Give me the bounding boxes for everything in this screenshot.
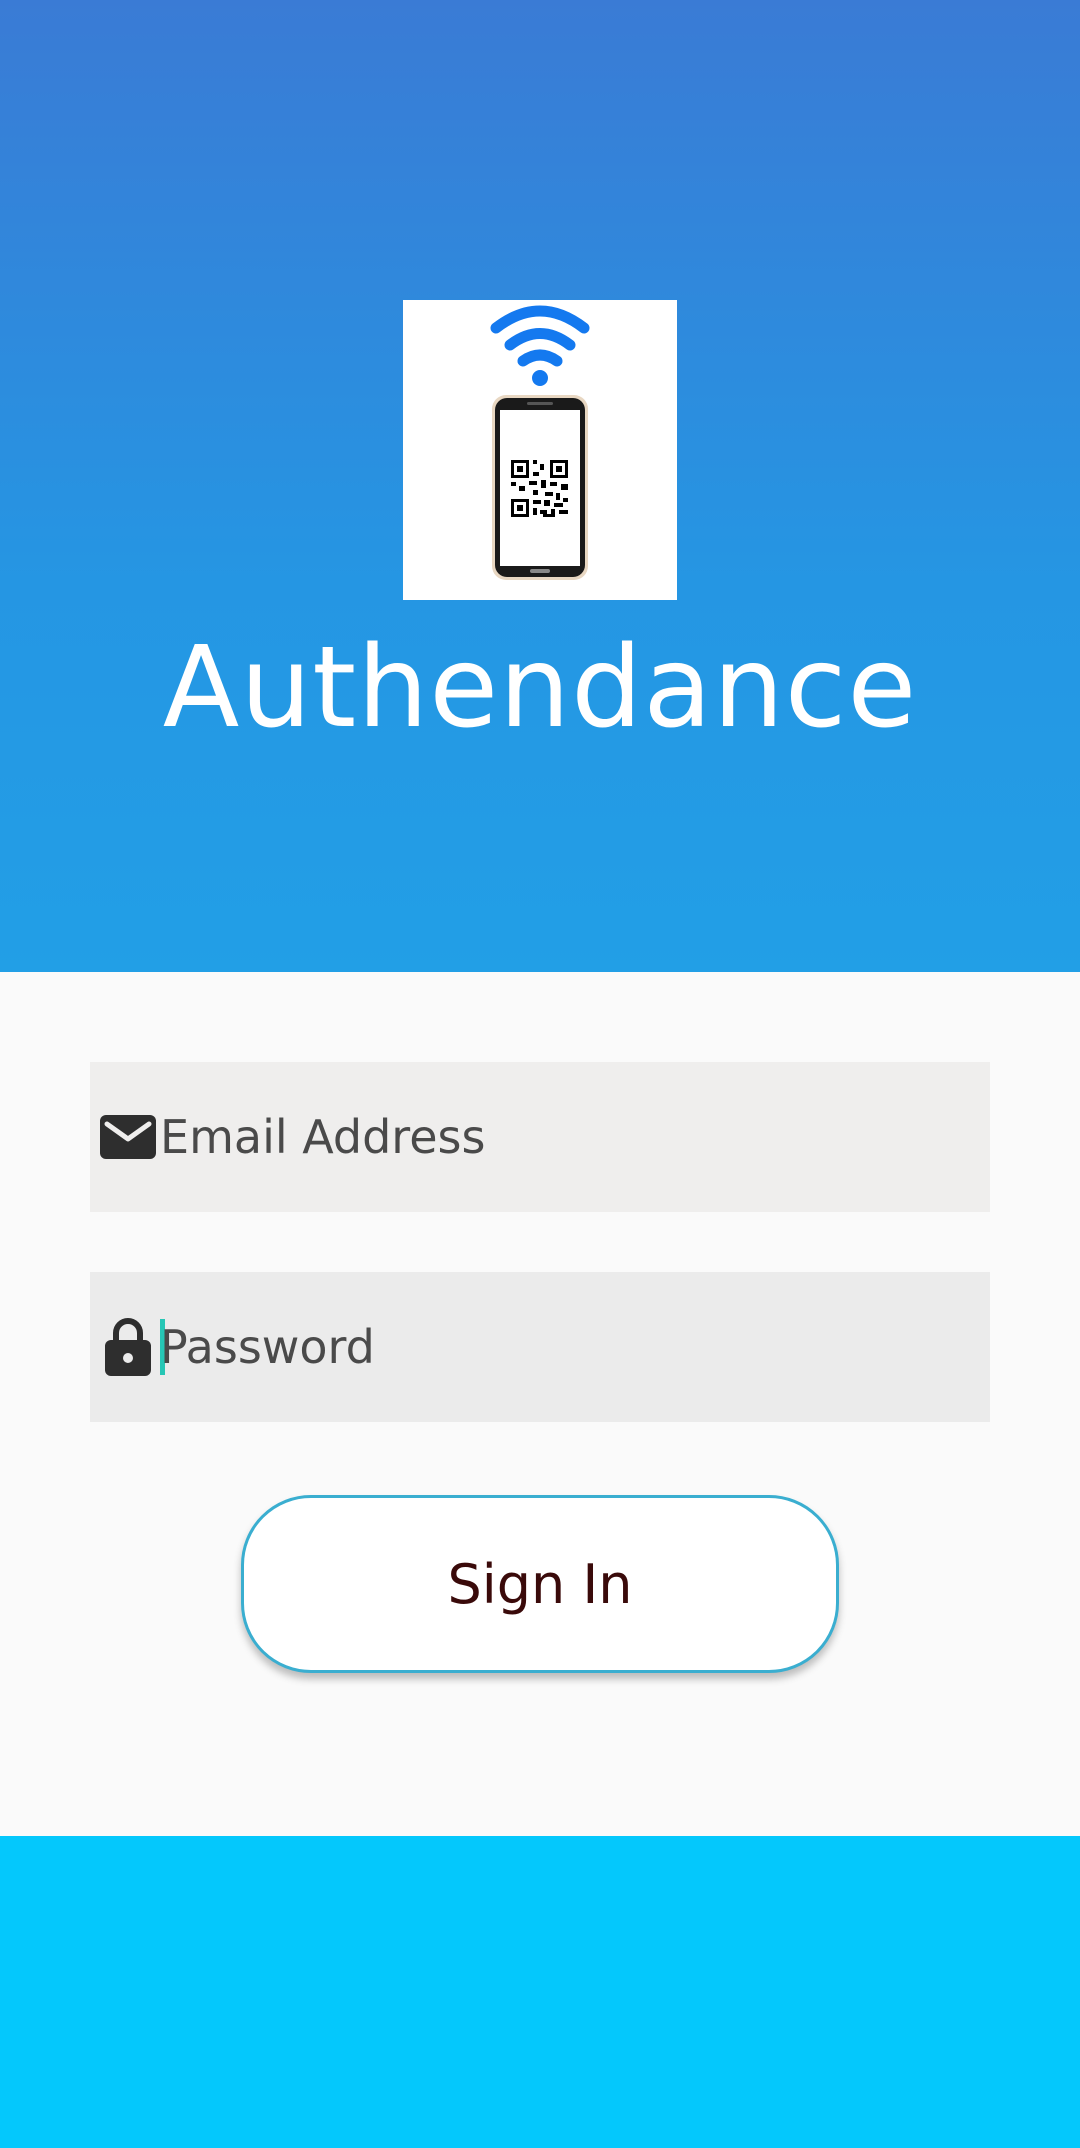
email-field[interactable] [90,1062,990,1212]
wifi-icon [490,305,590,367]
password-field[interactable] [90,1272,990,1422]
header-banner: Authendance [0,0,1080,972]
app-title: Authendance [162,623,918,753]
app-logo [403,300,677,600]
password-input[interactable] [158,1312,960,1382]
email-input[interactable] [158,1102,960,1172]
phone-qr-wifi-logo-icon [490,305,590,580]
footer-bar [0,1836,1080,2148]
lock-icon [98,1317,158,1377]
envelope-icon [98,1107,158,1167]
sign-in-button[interactable]: Sign In [241,1495,839,1673]
smartphone-icon [492,395,588,580]
